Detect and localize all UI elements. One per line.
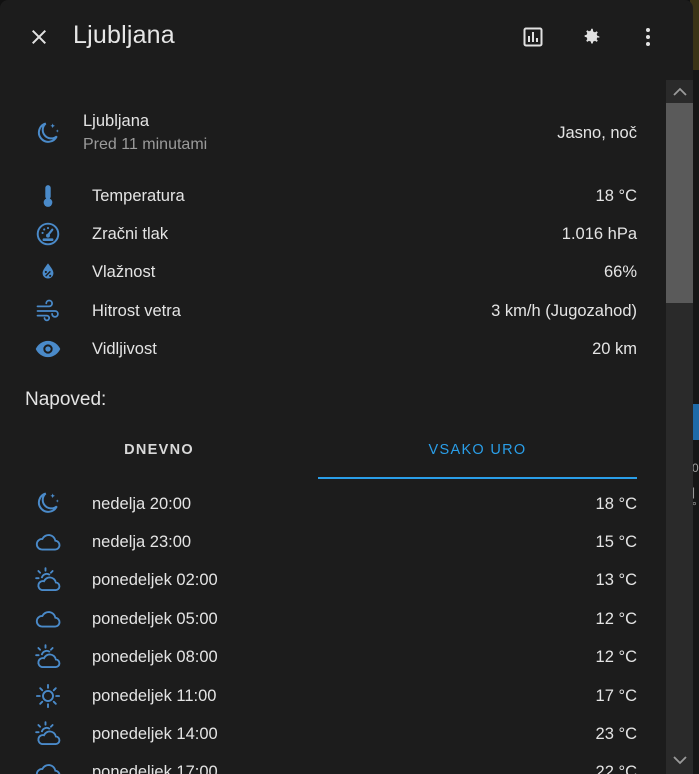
attribute-value: 1.016 hPa xyxy=(561,225,637,243)
settings-button[interactable] xyxy=(571,17,611,57)
attribute-label: Hitrost vetra xyxy=(92,302,181,320)
gauge-icon xyxy=(33,219,63,249)
chart-box-icon xyxy=(523,27,543,47)
weather-more-info-dialog: Ljubljana Ljubljana Pred 11 minutami Jas… xyxy=(0,0,693,774)
thermometer-icon xyxy=(33,181,63,211)
forecast-temp: 23 °C xyxy=(595,725,637,743)
background-page xyxy=(693,0,699,774)
forecast-time: ponedeljek 08:00 xyxy=(92,648,218,666)
forecast-time: ponedeljek 17:00 xyxy=(92,763,218,774)
gear-icon xyxy=(584,28,600,44)
chevron-down-icon xyxy=(672,756,687,765)
attribute-label: Vlažnost xyxy=(92,263,156,281)
dots-vertical-icon xyxy=(646,28,650,46)
active-tab-indicator xyxy=(318,477,637,479)
dialog-header: Ljubljana xyxy=(0,0,693,76)
station-name: Ljubljana xyxy=(83,112,150,130)
scroll-up-button[interactable] xyxy=(666,82,693,102)
attribute-value: 18 °C xyxy=(595,187,637,205)
cloud-icon xyxy=(33,527,63,557)
forecast-time: nedelja 23:00 xyxy=(92,533,192,551)
attribute-label: Zračni tlak xyxy=(92,225,169,243)
forecast-time: ponedeljek 11:00 xyxy=(92,687,217,705)
history-button[interactable] xyxy=(513,17,553,57)
forecast-temp: 12 °C xyxy=(595,610,637,628)
dialog-content: Ljubljana Pred 11 minutami Jasno, noč Te… xyxy=(0,76,660,774)
forecast-temp: 18 °C xyxy=(595,495,637,513)
scroll-down-button[interactable] xyxy=(666,750,693,770)
water-percent-icon xyxy=(33,257,63,287)
forecast-temp: 17 °C xyxy=(595,687,637,705)
forecast-time: ponedeljek 05:00 xyxy=(92,610,218,628)
more-options-button[interactable] xyxy=(628,17,668,57)
partly-cloudy-icon xyxy=(33,719,63,749)
forecast-temp: 15 °C xyxy=(595,533,637,551)
attribute-value: 66% xyxy=(603,263,637,281)
background-text: |° xyxy=(692,485,697,513)
cloud-icon xyxy=(33,604,63,634)
partly-cloudy-icon xyxy=(33,642,63,672)
forecast-temp: 22 °C xyxy=(595,763,637,774)
cloud-icon xyxy=(33,757,63,774)
night-clear-icon xyxy=(33,119,63,149)
forecast-time: ponedeljek 02:00 xyxy=(92,571,218,589)
sunny-icon xyxy=(33,681,63,711)
attribute-value: 20 km xyxy=(592,340,637,358)
forecast-temp: 12 °C xyxy=(595,648,637,666)
attribute-value: 3 km/h (Jugozahod) xyxy=(491,302,637,320)
scrollbar-thumb[interactable] xyxy=(666,103,693,303)
forecast-heading: Napoved: xyxy=(25,389,107,410)
tab-daily[interactable]: DNEVNO xyxy=(0,419,318,481)
chevron-up-icon xyxy=(672,87,687,96)
forecast-time: ponedeljek 14:00 xyxy=(92,725,218,743)
wind-icon xyxy=(33,296,63,326)
close-icon xyxy=(32,30,46,44)
partly-cloudy-icon xyxy=(33,565,63,595)
attribute-label: Temperatura xyxy=(92,187,185,205)
background-text: 0 xyxy=(692,461,699,475)
attribute-label: Vidljivost xyxy=(92,340,157,358)
forecast-temp: 13 °C xyxy=(595,571,637,589)
tab-hourly[interactable]: VSAKO URO xyxy=(318,419,637,481)
station-condition: Jasno, noč xyxy=(557,124,637,142)
dialog-title: Ljubljana xyxy=(73,21,175,49)
station-updated: Pred 11 minutami xyxy=(83,136,208,153)
night-clear-icon xyxy=(33,489,63,519)
eye-icon xyxy=(33,334,63,364)
background-button-edge xyxy=(693,404,699,440)
forecast-time: nedelja 20:00 xyxy=(92,495,192,513)
close-button[interactable] xyxy=(19,17,59,57)
